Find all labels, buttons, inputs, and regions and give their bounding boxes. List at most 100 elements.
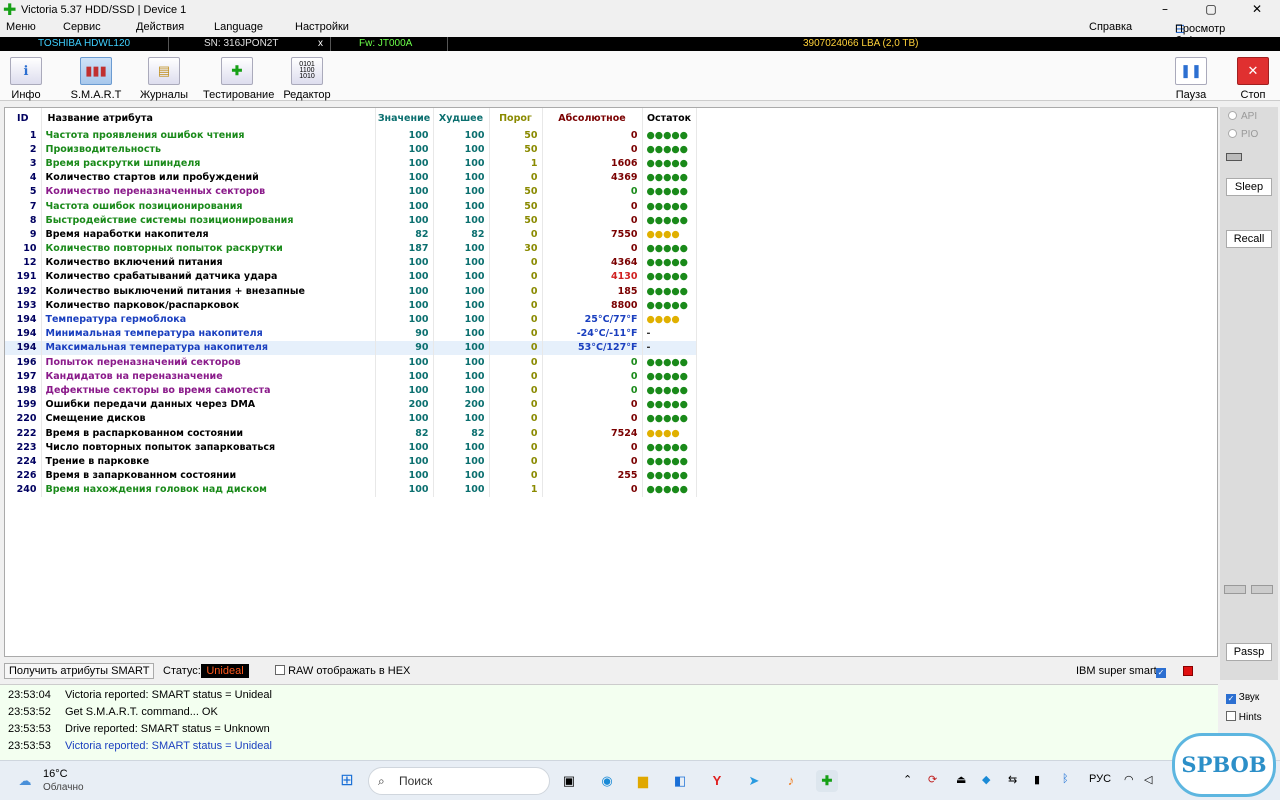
attr-id: 194 bbox=[5, 312, 42, 327]
tray-audio-icon[interactable]: ▮ bbox=[1034, 773, 1040, 786]
weather-cloud-icon[interactable]: ☁ bbox=[14, 770, 36, 792]
maximize-icon[interactable]: ▢ bbox=[1188, 0, 1234, 19]
attr-worst: 100 bbox=[433, 128, 490, 143]
smart-row[interactable]: 3 Время раскрутки шпинделя 100 100 1 1606 ●●●●… bbox=[5, 156, 697, 171]
telegram-icon[interactable]: ➤ bbox=[743, 770, 765, 792]
col-worst[interactable]: Худшее bbox=[433, 108, 490, 128]
tray-sync-icon[interactable]: ⟳ bbox=[928, 773, 937, 786]
col-threshold[interactable]: Порог bbox=[489, 108, 543, 128]
smart-row[interactable]: 12 Количество включений питания 100 100 0 436… bbox=[5, 255, 697, 270]
sleep-button[interactable]: Sleep bbox=[1226, 178, 1272, 196]
smart-row[interactable]: 194 Максимальная температура накопителя 90… bbox=[5, 340, 697, 355]
smart-row[interactable]: 4 Количество стартов или пробуждений 100 10… bbox=[5, 170, 697, 185]
keyboard-language[interactable]: РУС bbox=[1089, 773, 1111, 785]
attr-value: 100 bbox=[375, 142, 434, 157]
passp-button[interactable]: Passp bbox=[1226, 643, 1272, 661]
col-rest[interactable]: Остаток bbox=[642, 108, 697, 128]
recall-button[interactable]: Recall bbox=[1226, 230, 1272, 248]
attr-value: 200 bbox=[375, 397, 434, 412]
attr-value: 90 bbox=[375, 340, 434, 355]
attr-worst: 100 bbox=[433, 255, 490, 270]
store-icon[interactable]: ◧ bbox=[669, 770, 691, 792]
small-button-right[interactable] bbox=[1251, 585, 1273, 594]
device-close-button[interactable]: x bbox=[318, 38, 323, 49]
tray-app-icon[interactable]: ◆ bbox=[982, 773, 990, 786]
attr-name: Количество срабатываний датчика удара bbox=[41, 269, 376, 285]
smart-row[interactable]: 220 Смещение дисков 100 100 0 0 ●●●●● bbox=[5, 411, 697, 426]
raw-hex-checkbox[interactable]: RAW отображать в HEX bbox=[275, 665, 410, 677]
smart-row[interactable]: 199 Ошибки передачи данных через DMA 200 20… bbox=[5, 397, 697, 412]
smart-row[interactable]: 224 Трение в парковке 100 100 0 0 ●●●●● bbox=[5, 454, 697, 469]
smart-row[interactable]: 192 Количество выключений питания + внеза… bbox=[5, 284, 697, 299]
menu-item-actions[interactable]: Действия bbox=[136, 21, 184, 33]
info-button[interactable]: ℹ Инфо bbox=[0, 55, 58, 101]
smart-row[interactable]: 198 Дефектные секторы во время самотеста 1… bbox=[5, 383, 697, 398]
get-smart-button[interactable]: Получить атрибуты SMART bbox=[4, 663, 155, 679]
wifi-icon[interactable]: ◠ bbox=[1124, 773, 1134, 786]
smart-row[interactable]: 7 Частота ошибок позиционирования 100 100 50… bbox=[5, 198, 697, 214]
pause-button[interactable]: ❚❚ Пауза bbox=[1159, 55, 1223, 101]
yandex-browser-icon[interactable]: Y bbox=[706, 770, 728, 792]
menu-item-service[interactable]: Сервис bbox=[63, 21, 101, 33]
ibm-super-smart-checkbox[interactable]: ✓ bbox=[1156, 665, 1166, 678]
windows-start-icon[interactable]: ⊞ bbox=[336, 770, 358, 792]
attr-name: Время раскрутки шпинделя bbox=[41, 156, 376, 171]
menu-item-settings[interactable]: Настройки bbox=[295, 21, 349, 33]
menu-item-help[interactable]: Справка bbox=[1089, 21, 1132, 33]
minimize-icon[interactable]: – bbox=[1142, 0, 1188, 19]
volume-icon[interactable]: ◁ bbox=[1144, 773, 1152, 786]
logs-folder-icon: ▤ bbox=[148, 57, 180, 85]
editor-button[interactable]: 0101 1100 1010 Редактор bbox=[275, 55, 339, 101]
stop-button[interactable]: ✕ Стоп bbox=[1221, 55, 1280, 101]
smart-row[interactable]: 2 Производительность 100 100 50 0 ●●●●● bbox=[5, 142, 697, 157]
smart-row[interactable]: 9 Время наработки накопителя 82 82 0 7550 ●●●● bbox=[5, 227, 697, 242]
smart-row[interactable]: 1 Частота проявления ошибок чтения 100 100 5… bbox=[5, 128, 697, 143]
smart-row[interactable]: 193 Количество парковок/распарковок 100 100… bbox=[5, 298, 697, 313]
smart-button[interactable]: ▮▮▮ S.M.A.R.T bbox=[64, 55, 128, 101]
tray-usb-icon[interactable]: ⏏ bbox=[956, 773, 966, 786]
small-button-left[interactable] bbox=[1224, 585, 1246, 594]
attr-threshold: 50 bbox=[489, 128, 543, 143]
smart-row[interactable]: 194 Минимальная температура накопителя 90 1… bbox=[5, 326, 697, 341]
tray-chevron-icon[interactable]: ⌃ bbox=[903, 773, 912, 786]
pio-radio[interactable]: PIO bbox=[1228, 129, 1258, 140]
col-raw[interactable]: Абсолютное bbox=[542, 108, 643, 128]
smart-row[interactable]: 223 Число повторных попыток запарковаться… bbox=[5, 440, 697, 455]
smart-row[interactable]: 191 Количество срабатываний датчика удара… bbox=[5, 269, 697, 285]
smart-row[interactable]: 226 Время в запаркованном состоянии 100 100… bbox=[5, 468, 697, 483]
smart-row[interactable]: 5 Количество переназначенных секторов 100 1… bbox=[5, 184, 697, 199]
smart-row[interactable]: 240 Время нахождения головок над диском 10… bbox=[5, 482, 697, 497]
logs-button[interactable]: ▤ Журналы bbox=[132, 55, 196, 101]
col-value[interactable]: Значение bbox=[375, 108, 434, 128]
smart-row[interactable]: 194 Температура гермоблока 100 100 0 25°C/77°… bbox=[5, 312, 697, 327]
music-app-icon[interactable]: ♪ bbox=[780, 770, 802, 792]
menu-item-menu[interactable]: Меню bbox=[6, 21, 36, 33]
smart-row[interactable]: 10 Количество повторных попыток раскрутки… bbox=[5, 241, 697, 256]
bluetooth-icon[interactable]: ᛒ bbox=[1062, 773, 1069, 785]
hints-checkbox[interactable]: Hints bbox=[1226, 711, 1262, 723]
col-name[interactable]: Название атрибута bbox=[41, 108, 376, 128]
attr-worst: 100 bbox=[433, 369, 490, 384]
attr-name: Дефектные секторы во время самотеста bbox=[41, 383, 376, 398]
close-window-icon[interactable]: ✕ bbox=[1234, 0, 1280, 19]
api-radio[interactable]: API bbox=[1228, 111, 1257, 122]
smart-row[interactable]: 196 Попыток переназначений секторов 100 100… bbox=[5, 355, 697, 370]
menu-item-language[interactable]: Language bbox=[214, 21, 263, 33]
attr-raw: 0 bbox=[542, 142, 643, 157]
file-explorer-icon[interactable]: ▆ bbox=[632, 770, 654, 792]
testing-button[interactable]: ✚ Тестирование bbox=[203, 55, 274, 101]
attr-id: 1 bbox=[5, 128, 42, 143]
edge-browser-icon[interactable]: ◉ bbox=[596, 770, 618, 792]
attr-threshold: 1 bbox=[489, 482, 543, 497]
attr-rest: ●●●●● bbox=[642, 482, 697, 497]
sound-checkbox[interactable]: ✓ Звук bbox=[1226, 692, 1259, 704]
task-view-icon[interactable]: ▣ bbox=[558, 770, 580, 792]
taskbar-search[interactable]: ⌕ Поиск bbox=[368, 767, 550, 795]
smart-row[interactable]: 222 Время в распаркованном состоянии 82 82 0… bbox=[5, 425, 697, 441]
col-id[interactable]: ID bbox=[5, 108, 42, 128]
smart-row[interactable]: 197 Кандидатов на переназначение 100 100 0 0 ●… bbox=[5, 369, 697, 384]
victoria-taskbar-icon[interactable]: ✚ bbox=[816, 770, 838, 792]
tray-switch-icon[interactable]: ⇆ bbox=[1008, 773, 1017, 786]
smart-row[interactable]: 8 Быстродействие системы позиционирования… bbox=[5, 213, 697, 228]
title-bar: ✚ Victoria 5.37 HDD/SSD | Device 1 – ▢ ✕ bbox=[0, 0, 1280, 19]
